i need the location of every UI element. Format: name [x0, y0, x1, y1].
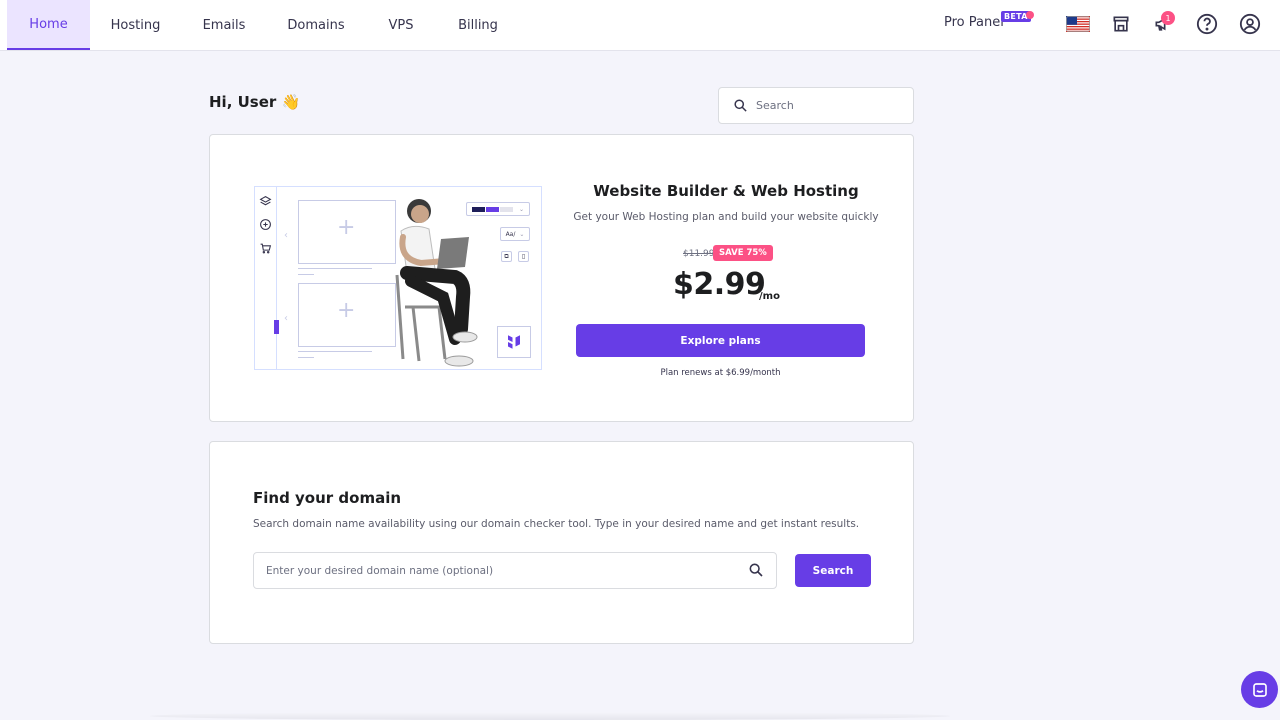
current-price: $2.99: [673, 267, 766, 302]
text-line: [298, 268, 372, 269]
chat-support-button[interactable]: [1241, 671, 1278, 708]
illustration-sidebar: [255, 187, 279, 369]
copy-icon: ⧉: [501, 251, 512, 262]
person-with-laptop-illustration: [395, 199, 478, 367]
tab-domains[interactable]: Domains: [276, 0, 356, 50]
website-builder-illustration: ‹ ‹ + + ⌄ Aa/ ⌄ ⧉ ▯: [254, 186, 542, 370]
pro-panel-link[interactable]: Pro Panel: [944, 15, 1004, 30]
tab-billing[interactable]: Billing: [446, 0, 510, 50]
notification-count-badge: 1: [1161, 11, 1175, 25]
cart-icon: [260, 243, 272, 254]
tab-hosting[interactable]: Hosting: [97, 0, 174, 50]
search-input[interactable]: [756, 99, 896, 112]
domain-search-button[interactable]: Search: [795, 554, 871, 587]
add-circle-icon: [260, 219, 271, 230]
chat-icon: [1252, 682, 1267, 697]
text-line: [298, 274, 314, 275]
old-price: $11.99: [683, 249, 715, 259]
greeting-heading: Hi, User 👋: [209, 93, 300, 111]
account-icon[interactable]: [1237, 11, 1263, 37]
domain-search-card: Find your domain Search domain name avai…: [209, 441, 914, 644]
tab-vps[interactable]: VPS: [375, 0, 427, 50]
explore-plans-button[interactable]: Explore plans: [576, 324, 865, 357]
top-navigation: Home Hosting Emails Domains VPS Billing …: [0, 0, 1280, 51]
brand-logo-icon: [497, 326, 531, 358]
tab-emails[interactable]: Emails: [188, 0, 260, 50]
domain-input[interactable]: [266, 564, 736, 577]
active-indicator: [274, 320, 279, 334]
search-icon[interactable]: [748, 562, 764, 578]
image-placeholder: +: [298, 283, 396, 347]
greeting-text: Hi, User: [209, 93, 277, 111]
image-placeholder: +: [298, 200, 396, 264]
domain-description: Search domain name availability using ou…: [253, 518, 860, 530]
text-line: [298, 351, 372, 352]
chevron-left-icon: ‹: [284, 230, 288, 241]
renewal-note: Plan renews at $6.99/month: [660, 368, 781, 378]
us-flag-icon[interactable]: [1065, 11, 1091, 37]
domain-title: Find your domain: [253, 489, 402, 507]
plus-icon: +: [337, 298, 356, 323]
font-chip-label: Aa/: [505, 230, 516, 238]
layers-icon: [259, 196, 272, 206]
discount-badge: SAVE 75%: [713, 245, 773, 261]
color-picker-chip: ⌄: [466, 202, 530, 216]
hosting-title: Website Builder & Web Hosting: [593, 182, 859, 200]
new-indicator-dot: [1026, 11, 1034, 19]
font-chip: Aa/ ⌄: [500, 227, 530, 241]
chevron-left-icon: ‹: [284, 313, 288, 324]
trash-icon: ▯: [518, 251, 529, 262]
page-footer-shadow: [150, 712, 950, 720]
wave-emoji-icon: 👋: [281, 93, 301, 111]
price-period: /mo: [759, 291, 780, 302]
plus-icon: +: [337, 215, 356, 240]
search-icon: [733, 98, 748, 113]
store-icon[interactable]: [1108, 11, 1134, 37]
help-icon[interactable]: [1194, 11, 1220, 37]
hosting-promo-card: ‹ ‹ + + ⌄ Aa/ ⌄ ⧉ ▯ Website Builder & We…: [209, 134, 914, 422]
text-line: [298, 357, 314, 358]
search-box[interactable]: [718, 87, 914, 124]
hosting-subtitle: Get your Web Hosting plan and build your…: [573, 211, 879, 223]
domain-input-box[interactable]: [253, 552, 777, 589]
tab-home[interactable]: Home: [7, 0, 90, 50]
